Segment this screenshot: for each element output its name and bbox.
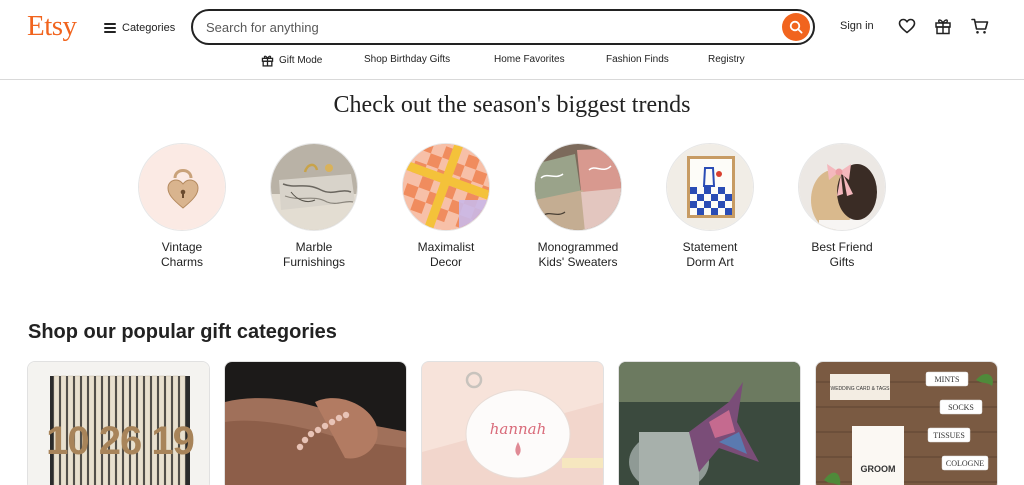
trend-item-statement-dorm-art[interactable]: Statement Dorm Art — [650, 143, 770, 270]
trend-item-best-friend-gifts[interactable]: Best Friend Gifts — [782, 143, 902, 270]
trend-item-maximalist-decor[interactable]: Maximalist Decor — [386, 143, 506, 270]
subnav-gift-mode[interactable]: Gift Mode — [261, 54, 322, 67]
tag-socks: SOCKS — [948, 403, 974, 412]
subnav-label: Shop Birthday Gifts — [364, 54, 451, 65]
tag-mints: MINTS — [935, 375, 960, 384]
trend-item-vintage-charms[interactable]: Vintage Charms — [122, 143, 242, 270]
sign-in-link[interactable]: Sign in — [840, 20, 874, 32]
gift-categories-heading: Shop our popular gift categories — [28, 321, 337, 343]
etsy-logo[interactable]: Etsy — [27, 10, 77, 43]
gift-card-image: 10 26 19 — [28, 362, 209, 485]
site-header: Etsy Categories Sign in — [0, 0, 1024, 80]
search-icon — [789, 20, 803, 34]
gift-card-bracelet[interactable] — [224, 361, 407, 485]
gift-card-image — [225, 362, 406, 485]
groom-text: GROOM — [861, 464, 896, 474]
trend-label: Monogrammed Kids' Sweaters — [537, 240, 619, 269]
tag-tissues: TISSUES — [933, 431, 965, 440]
gift-card-bird-ornament[interactable] — [618, 361, 801, 485]
sub-navigation: Gift Mode Shop Birthday Gifts Home Favor… — [0, 54, 1024, 72]
wedding-card-text: WEDDING CARD & TAGS — [831, 386, 891, 392]
cart-button[interactable] — [970, 16, 990, 36]
subnav-label: Registry — [708, 54, 745, 65]
trend-image — [270, 143, 358, 231]
subnav-fashion-finds[interactable]: Fashion Finds — [606, 54, 669, 65]
subnav-label: Fashion Finds — [606, 54, 669, 65]
favorites-button[interactable] — [897, 16, 917, 36]
gift-icon — [935, 19, 951, 35]
menu-icon — [104, 23, 116, 33]
subnav-registry[interactable]: Registry — [708, 54, 745, 65]
subnav-label: Home Favorites — [494, 54, 565, 65]
gift-card-image — [619, 362, 800, 485]
trend-label: Best Friend Gifts — [811, 240, 873, 269]
categories-button[interactable]: Categories — [104, 18, 175, 38]
trend-item-monogrammed-sweaters[interactable]: Monogrammed Kids' Sweaters — [518, 143, 638, 270]
search-bar — [191, 9, 815, 45]
tag-cologne: COLOGNE — [946, 459, 984, 468]
heart-icon — [898, 18, 916, 34]
trend-image — [402, 143, 490, 231]
subnav-home-favorites[interactable]: Home Favorites — [494, 54, 565, 65]
subnav-birthday-gifts[interactable]: Shop Birthday Gifts — [364, 54, 450, 65]
gift-card-ring-dish[interactable]: hannah — [421, 361, 604, 485]
subnav-label: Gift Mode — [279, 55, 323, 66]
cart-icon — [971, 18, 989, 34]
search-button[interactable] — [782, 13, 810, 41]
gift-icon — [261, 55, 274, 67]
trend-image — [138, 143, 226, 231]
trend-label: Maximalist Decor — [417, 240, 475, 269]
categories-label: Categories — [122, 22, 176, 34]
trend-label: Statement Dorm Art — [682, 240, 738, 269]
search-input[interactable] — [206, 17, 766, 37]
trend-label: Marble Furnishings — [282, 240, 346, 269]
trends-heading: Check out the season's biggest trends — [333, 92, 691, 118]
gift-card-wedding-tags[interactable]: WEDDING CARD & TAGS GROOM MINTS SOCKS TI… — [815, 361, 998, 485]
trend-image — [666, 143, 754, 231]
gift-card-image: WEDDING CARD & TAGS GROOM MINTS SOCKS TI… — [816, 362, 997, 485]
trend-image — [798, 143, 886, 231]
trend-label: Vintage Charms — [160, 240, 203, 269]
trend-item-marble-furnishings[interactable]: Marble Furnishings — [254, 143, 374, 270]
gift-card-image: hannah — [422, 362, 603, 485]
book-fold-text: 10 26 19 — [46, 419, 194, 463]
gift-card-folded-book[interactable]: 10 26 19 — [27, 361, 210, 485]
dish-name-text: hannah — [490, 420, 547, 438]
trend-image — [534, 143, 622, 231]
gift-mode-button[interactable] — [933, 16, 953, 36]
